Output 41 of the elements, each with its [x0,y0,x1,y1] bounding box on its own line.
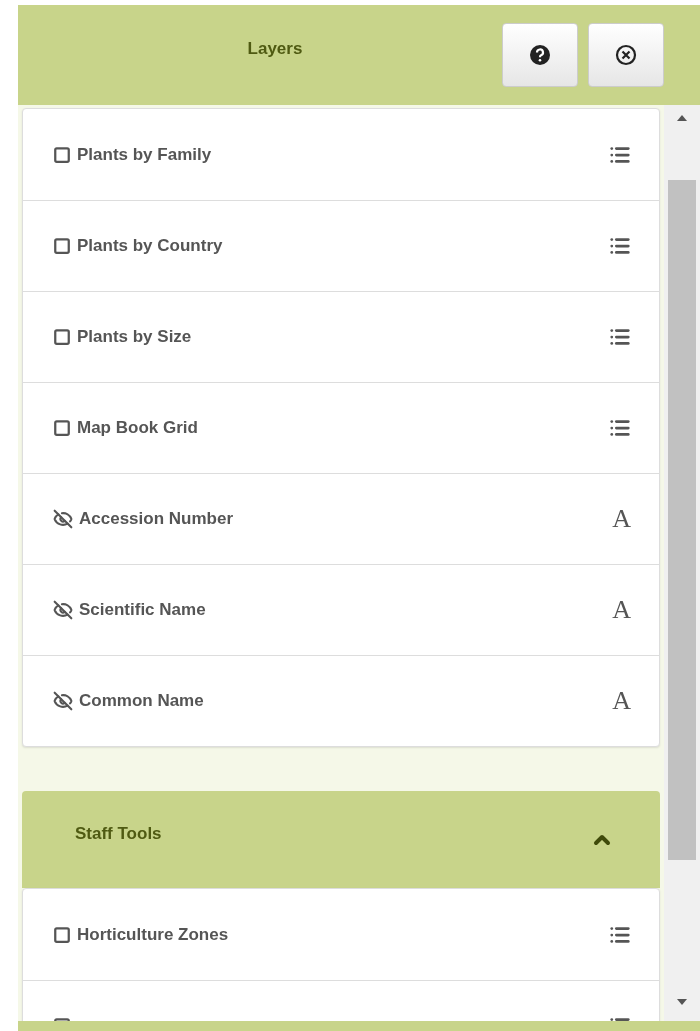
layer-label: Common Name [79,691,205,711]
label-style-glyph[interactable]: A [612,504,631,534]
panel-title: Layers [246,39,304,59]
scrollbar[interactable] [664,105,700,1021]
layer-row[interactable]: Scientific Name A [23,564,659,655]
scroll-up-icon[interactable] [677,115,687,121]
checkbox-icon[interactable] [53,328,71,346]
layer-label: Plants by Size [77,327,193,347]
help-button[interactable] [502,23,578,87]
layer-label: Plants by Country [77,236,224,256]
checkbox-icon[interactable] [53,145,71,164]
checkbox-icon[interactable] [53,419,71,437]
layer-row[interactable]: Common Name A [23,655,659,746]
layer-row[interactable]: Map Book Grid [23,382,659,473]
layer-row[interactable]: Accession Number A [23,473,659,564]
close-button[interactable] [588,23,664,87]
eye-slash-icon[interactable] [53,691,73,711]
scroll-down-icon[interactable] [677,999,687,1005]
legend-list-icon[interactable] [609,326,631,348]
legend-list-icon[interactable] [609,235,631,257]
layer-label: Accession Number [79,509,234,529]
eye-slash-icon[interactable] [53,509,73,529]
eye-slash-icon[interactable] [53,600,73,620]
help-icon [529,44,551,66]
checkbox-icon[interactable] [53,237,71,255]
scrollbar-thumb[interactable] [668,180,696,860]
section-header[interactable]: Staff Tools [22,791,660,888]
label-style-glyph[interactable]: A [612,686,631,716]
layer-label: Plants by Family [77,144,213,165]
layer-row[interactable]: Plants by Family [23,109,659,200]
layer-row[interactable]: Plants by Size [23,291,659,382]
legend-list-icon[interactable] [609,417,631,439]
layer-row[interactable]: Horticulture Zones [23,889,659,980]
layer-label: Horticulture Zones [77,924,230,945]
close-icon [615,44,637,66]
label-style-glyph[interactable]: A [612,595,631,625]
section-title: Staff Tools [75,823,163,844]
layer-row[interactable]: Plants by Country [23,200,659,291]
layer-label: Map Book Grid [77,418,199,438]
layer-label: Scientific Name [79,600,207,620]
checkbox-icon[interactable] [53,925,71,944]
